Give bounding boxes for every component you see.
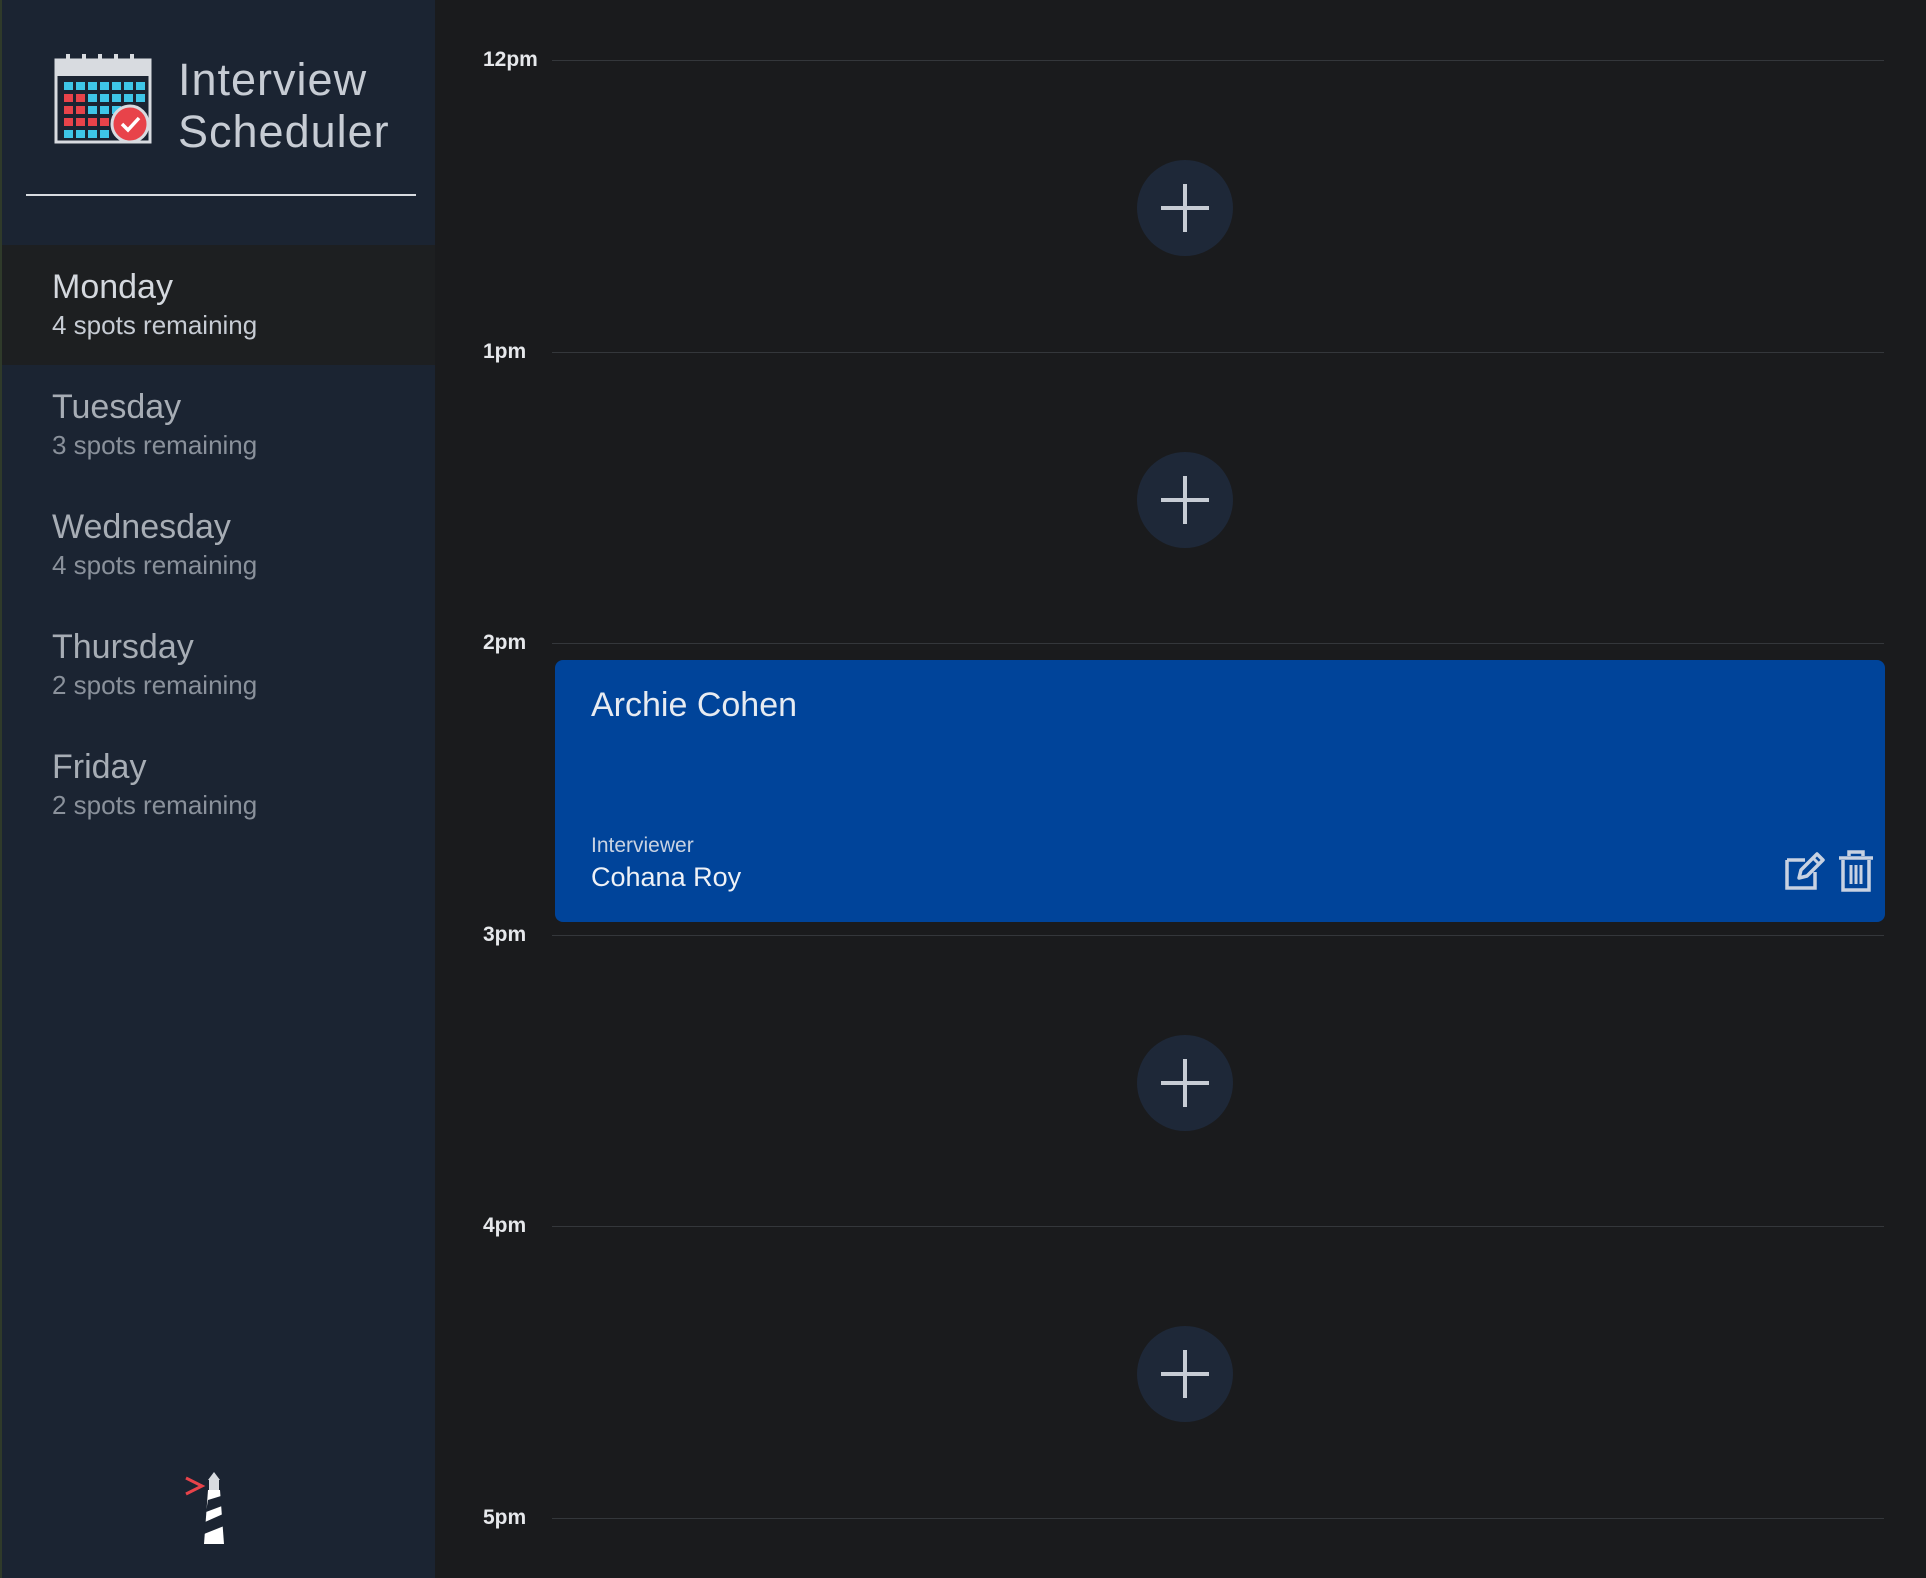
schedule: 12pm 1pm 2pm Archie Cohen Interviewer Co…	[435, 0, 1926, 1578]
add-appointment-button[interactable]	[1137, 1326, 1233, 1422]
day-item-thursday[interactable]: Thursday 2 spots remaining	[2, 605, 435, 725]
day-name: Monday	[52, 268, 173, 306]
slot-divider	[552, 352, 1884, 353]
slot-divider	[552, 935, 1884, 936]
plus-icon	[1161, 1350, 1209, 1398]
sidebar: Interview Scheduler Monday 4 spots remai…	[0, 0, 435, 1578]
lighthouse-icon	[185, 1472, 224, 1544]
interviewer-label: Interviewer	[591, 834, 694, 857]
slot-4pm: 4pm	[435, 1166, 1926, 1458]
app-root: Interview Scheduler Monday 4 spots remai…	[0, 0, 1926, 1578]
plus-icon	[1161, 184, 1209, 232]
app-title-line2: Scheduler	[178, 106, 390, 157]
app-title: Interview Scheduler	[178, 54, 390, 158]
slot-time: 4pm	[483, 1214, 527, 1237]
plus-icon	[1161, 476, 1209, 524]
day-spots: 3 spots remaining	[52, 430, 258, 460]
slot-5pm: 5pm	[435, 1458, 1926, 1578]
slot-3pm: 3pm	[435, 875, 1926, 1167]
day-spots: 4 spots remaining	[52, 550, 258, 580]
day-list: Monday 4 spots remaining Tuesday 3 spots…	[2, 245, 435, 845]
add-appointment-button[interactable]	[1137, 1035, 1233, 1131]
app-title-line1: Interview	[178, 54, 368, 105]
student-name: Archie Cohen	[591, 686, 798, 724]
day-spots: 2 spots remaining	[52, 670, 258, 700]
slot-1pm: 1pm	[435, 292, 1926, 584]
day-item-friday[interactable]: Friday 2 spots remaining	[2, 725, 435, 845]
add-appointment-button[interactable]	[1137, 452, 1233, 548]
day-spots: 2 spots remaining	[52, 790, 258, 820]
slot-time: 12pm	[483, 48, 538, 71]
slot-time: 5pm	[483, 1506, 527, 1529]
slot-time: 3pm	[483, 923, 527, 946]
day-item-tuesday[interactable]: Tuesday 3 spots remaining	[2, 365, 435, 485]
day-spots: 4 spots remaining	[52, 310, 258, 340]
slot-time: 2pm	[483, 631, 527, 654]
day-name: Wednesday	[52, 508, 231, 546]
calendar-icon	[54, 54, 152, 144]
plus-icon	[1161, 1059, 1209, 1107]
day-name: Tuesday	[52, 388, 182, 426]
day-item-monday[interactable]: Monday 4 spots remaining	[2, 245, 435, 365]
day-name: Thursday	[52, 628, 194, 666]
slot-divider	[552, 1226, 1884, 1227]
slot-12pm: 12pm	[435, 0, 1926, 292]
slot-divider	[552, 643, 1884, 644]
slot-divider	[552, 60, 1884, 61]
slot-time: 1pm	[483, 340, 527, 363]
slot-divider	[552, 1518, 1884, 1519]
day-name: Friday	[52, 748, 147, 786]
add-appointment-button[interactable]	[1137, 160, 1233, 256]
sidebar-divider	[26, 194, 416, 196]
day-item-wednesday[interactable]: Wednesday 4 spots remaining	[2, 485, 435, 605]
